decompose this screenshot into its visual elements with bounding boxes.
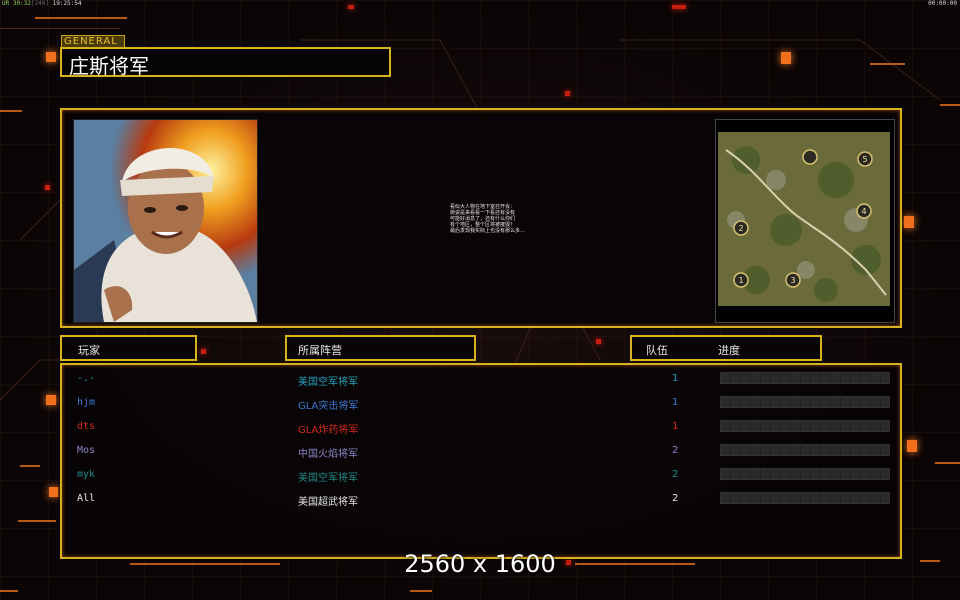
player-row: Mos 中国火焰将军 2	[62, 441, 900, 465]
player-faction: GLA炸药将军	[298, 425, 359, 436]
resolution-label: 2560 x 1600	[404, 550, 556, 578]
map-start-marker: 2	[738, 224, 743, 233]
general-name: 庄斯将军	[69, 54, 149, 78]
player-team: 2	[672, 469, 679, 480]
player-team: 2	[672, 445, 679, 456]
progress-bar	[720, 372, 890, 384]
player-team: 2	[672, 493, 679, 504]
deco-square	[904, 216, 914, 228]
clock-readout: 00:00:00	[928, 0, 957, 7]
deco-square	[672, 5, 686, 9]
progress-bar	[720, 444, 890, 456]
progress-bar	[720, 468, 890, 480]
deco-square	[348, 5, 354, 9]
header-faction: 所属阵营	[285, 335, 476, 361]
map-start-marker: 3	[790, 276, 795, 285]
deco-square	[907, 440, 917, 452]
progress-bar	[720, 396, 890, 408]
header-player: 玩家	[60, 335, 197, 361]
player-list: -.- 美国空军将军 1 hjm GLA突击将军 1 dts GLA炸药将军 1 Mos 中国火焰将…	[60, 363, 902, 559]
deco-line	[870, 63, 905, 65]
deco-line	[935, 462, 960, 464]
deco-square	[596, 339, 601, 344]
deco-line	[0, 110, 22, 112]
deco-square	[46, 395, 56, 405]
player-row: hjm GLA突击将军 1	[62, 393, 900, 417]
player-faction: 美国空军将军	[298, 473, 358, 484]
deco-square	[781, 52, 791, 64]
player-faction: 美国空军将军	[298, 377, 358, 388]
player-team: 1	[672, 421, 679, 432]
player-name: -.-	[77, 373, 96, 384]
player-row: All 美国超武将军 2	[62, 489, 900, 513]
deco-square	[45, 185, 50, 190]
deco-line	[35, 17, 127, 19]
deco-line	[940, 104, 960, 106]
minimap[interactable]: 5 4 2 1 3	[715, 119, 895, 323]
deco-line	[0, 28, 120, 29]
progress-bar	[720, 492, 890, 504]
player-row: myk 美国空军将军 2	[62, 465, 900, 489]
player-name: Mos	[77, 445, 96, 456]
progress-bar	[720, 420, 890, 432]
player-row: -.- 美国空军将军 1	[62, 369, 900, 393]
player-faction: 美国超武将军	[298, 497, 358, 508]
player-name: dts	[77, 421, 96, 432]
player-team: 1	[672, 373, 679, 384]
map-start-marker: 5	[862, 155, 867, 164]
deco-square	[46, 52, 56, 62]
deco-square	[565, 91, 570, 96]
deco-square	[201, 349, 206, 354]
general-name-box: 庄斯将军	[60, 47, 391, 78]
status-readout: UR 30:32[240] 19:25:54	[2, 0, 82, 7]
player-name: hjm	[77, 397, 96, 408]
deco-line	[410, 590, 432, 592]
player-name: All	[77, 493, 96, 504]
header-team-progress: 队伍 进度	[630, 335, 822, 361]
player-faction: GLA突击将军	[298, 401, 359, 412]
deco-line	[20, 465, 40, 467]
map-start-marker: 1	[738, 276, 743, 285]
general-portrait	[73, 119, 258, 323]
briefing-panel: 看似大人物在地下室召开会： 她说是来看看一下看还有没有 可能好消息了，还有什么你…	[60, 108, 902, 328]
briefing-text: 看似大人物在地下室召开会： 她说是来看看一下看还有没有 可能好消息了，还有什么你…	[450, 204, 526, 234]
deco-square	[49, 487, 58, 497]
player-row: dts GLA炸药将军 1	[62, 417, 900, 441]
deco-line	[0, 590, 18, 592]
player-team: 1	[672, 397, 679, 408]
player-name: myk	[77, 469, 96, 480]
player-faction: 中国火焰将军	[298, 449, 358, 460]
deco-line	[18, 520, 56, 522]
map-start-marker: 4	[861, 207, 866, 216]
